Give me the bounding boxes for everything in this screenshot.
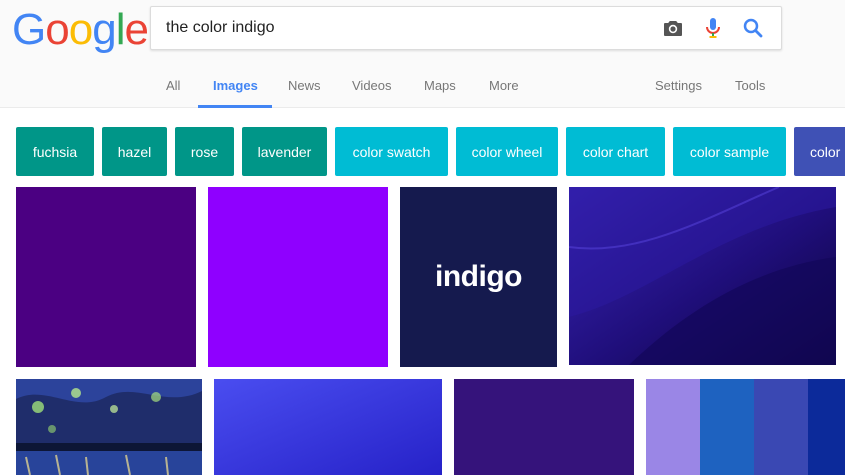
image-result-color-palette[interactable]	[646, 379, 845, 475]
header: Google All Images News Videos	[0, 0, 845, 108]
camera-icon[interactable]	[661, 16, 685, 40]
palette-stripe	[646, 379, 700, 475]
chip-fuchsia[interactable]: fuchsia	[16, 127, 94, 176]
chip-hazel[interactable]: hazel	[102, 127, 167, 176]
search-icon[interactable]	[741, 16, 765, 40]
logo-letter: l	[115, 5, 126, 54]
image-result-indigo-wallpaper[interactable]	[569, 187, 836, 365]
tab-news[interactable]: News	[288, 78, 321, 93]
search-input[interactable]	[166, 7, 646, 49]
palette-stripe	[700, 379, 754, 475]
logo-letter: e	[124, 5, 149, 54]
chip-color[interactable]: color	[794, 127, 845, 176]
logo-letter: o	[45, 5, 70, 54]
active-tab-indicator	[198, 105, 272, 108]
tab-settings[interactable]: Settings	[655, 78, 702, 93]
gradient-image	[214, 379, 442, 475]
logo-letter: o	[68, 5, 94, 54]
palette-stripe	[808, 379, 845, 475]
tab-videos[interactable]: Videos	[352, 78, 392, 93]
chip-color-sample[interactable]: color sample	[673, 127, 786, 176]
tile-caption: indigo	[435, 260, 522, 293]
tab-images[interactable]: Images	[213, 78, 258, 93]
image-result-violet-swatch[interactable]	[208, 187, 388, 367]
tab-more[interactable]: More	[489, 78, 519, 93]
google-logo[interactable]: Google	[12, 5, 149, 54]
chip-rose[interactable]: rose	[175, 127, 234, 176]
microphone-icon[interactable]	[701, 16, 725, 40]
search-tabs: All Images News Videos Maps More Setting…	[0, 66, 845, 108]
tab-maps[interactable]: Maps	[424, 78, 456, 93]
image-result-blue-gradient[interactable]	[214, 379, 442, 475]
chip-lavender[interactable]: lavender	[242, 127, 327, 176]
tab-all[interactable]: All	[166, 78, 180, 93]
logo-letter: g	[92, 5, 117, 54]
chip-color-swatch[interactable]: color swatch	[335, 127, 448, 176]
image-result-indigo-swatch-2[interactable]	[454, 379, 634, 475]
image-result-indigo-logo[interactable]: indigo	[400, 187, 557, 367]
painting-image	[16, 379, 202, 475]
palette-stripe	[754, 379, 808, 475]
image-result-starry-night-painting[interactable]	[16, 379, 202, 475]
search-box	[150, 6, 782, 50]
image-result-indigo-swatch[interactable]	[16, 187, 196, 367]
tab-tools[interactable]: Tools	[735, 78, 765, 93]
chip-color-wheel[interactable]: color wheel	[456, 127, 558, 176]
logo-letter: G	[12, 5, 46, 54]
wallpaper-image	[569, 187, 836, 365]
chip-color-chart[interactable]: color chart	[566, 127, 665, 176]
related-searches: fuchsia hazel rose lavender color swatch…	[0, 127, 845, 176]
